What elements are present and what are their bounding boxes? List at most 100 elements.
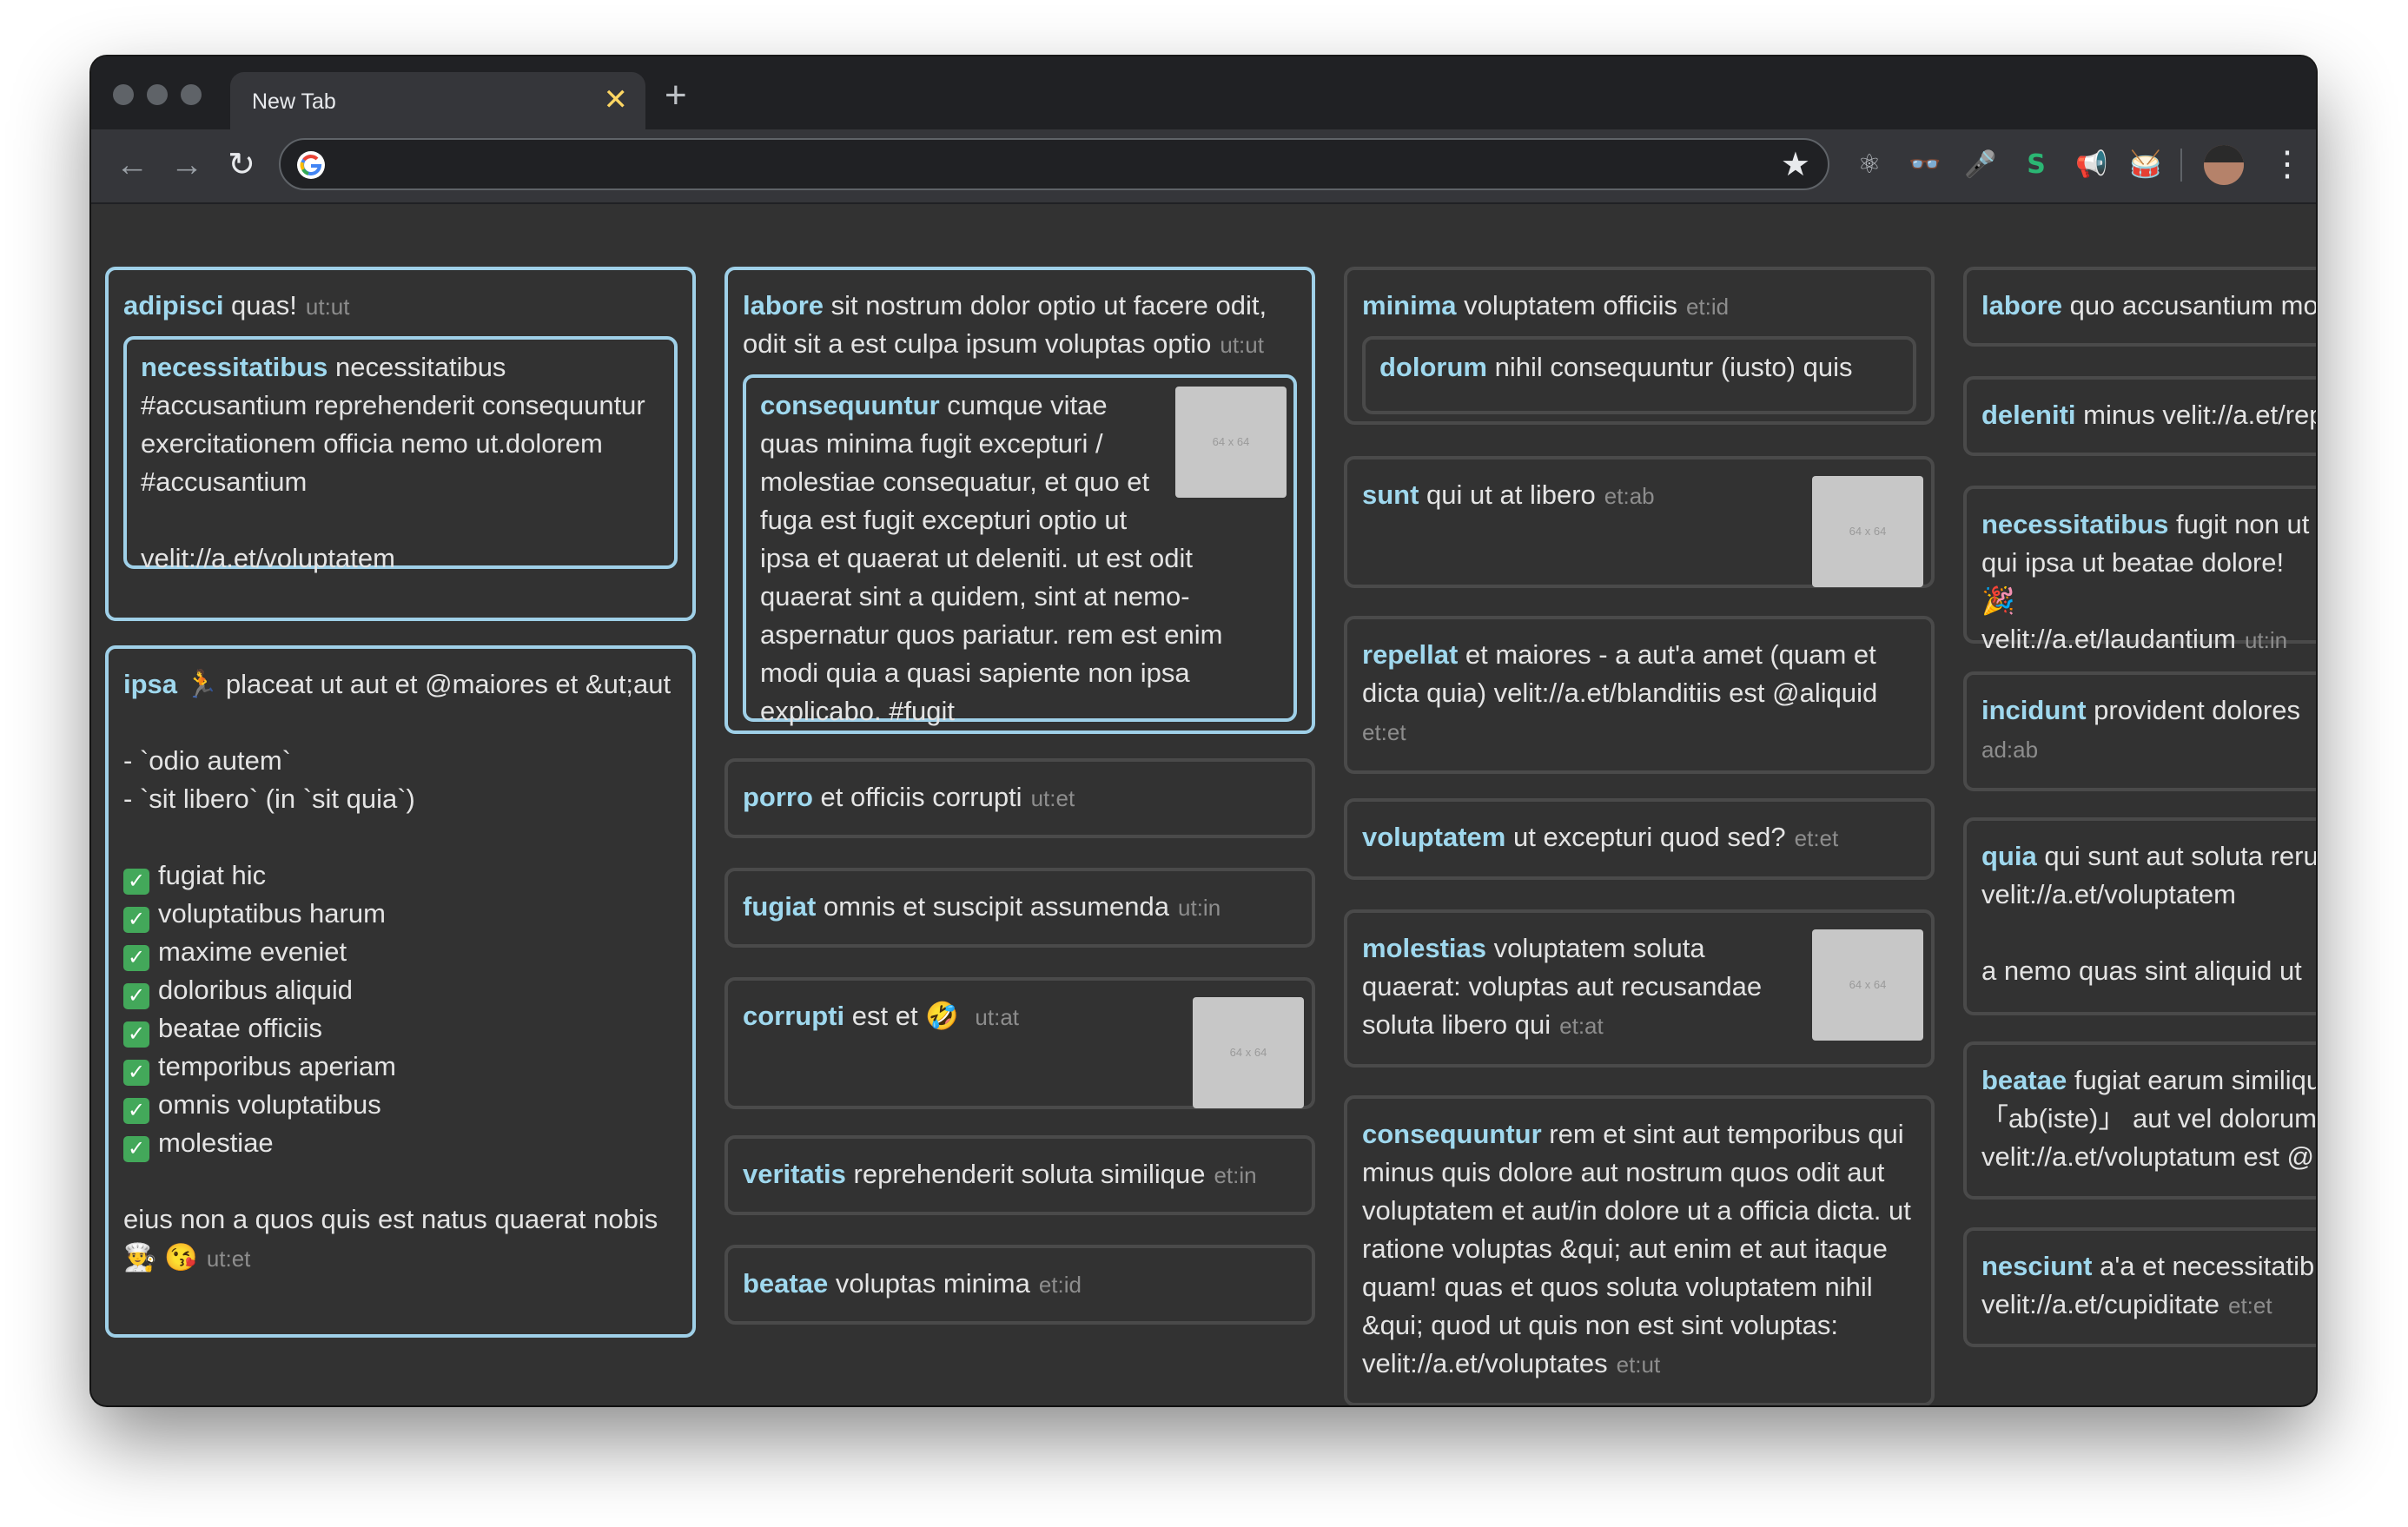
tweet-card[interactable]: quia qui sunt aut soluta rerum velit://a…	[1963, 817, 2316, 1015]
tweet-card[interactable]: voluptatem ut excepturi quod sed? et:et	[1344, 798, 1935, 880]
card-author[interactable]: adipisci	[123, 290, 223, 321]
card-author[interactable]: corrupti	[743, 1001, 844, 1031]
card-link[interactable]: velit://a.et/laudantium	[1981, 624, 2236, 654]
card-meta: ut:in	[1178, 895, 1221, 921]
card-author[interactable]: voluptatem	[1362, 822, 1505, 852]
quoted-link[interactable]: velit://a.et/voluptatem	[141, 539, 660, 578]
back-icon[interactable]: ←	[110, 143, 154, 187]
tweet-card[interactable]: 64 x 64 sunt qui ut at libero et:ab	[1344, 456, 1935, 588]
card-meta: ut:et	[206, 1246, 251, 1272]
new-tab-button[interactable]: +	[665, 74, 687, 117]
tab-title: New Tab	[252, 89, 336, 114]
check-icon: ✓	[123, 1098, 149, 1124]
minimize-window-button[interactable]	[147, 84, 168, 105]
tweet-card[interactable]: 64 x 64 corrupti est et 🤣 ut:at	[724, 977, 1315, 1109]
check-item: ✓ temporibus aperiam	[123, 1048, 678, 1086]
maximize-window-button[interactable]	[181, 84, 202, 105]
card-meta: et:ab	[1604, 483, 1655, 509]
quoted-author[interactable]: dolorum	[1379, 352, 1487, 382]
card-text: minus velit://a.et/repellat	[2083, 400, 2316, 430]
reader-glasses-icon[interactable]: 👓	[1903, 143, 1947, 187]
card-author[interactable]: quia	[1981, 841, 2037, 871]
card-author[interactable]: consequuntur	[1362, 1119, 1542, 1149]
check-item: ✓ voluptatibus harum	[123, 895, 678, 933]
card-meta: ut:ut	[305, 294, 350, 320]
card-meta: et:at	[1559, 1013, 1604, 1039]
card-author[interactable]: repellat	[1362, 639, 1458, 670]
reload-icon[interactable]: ↻	[220, 143, 263, 187]
image-thumbnail[interactable]: 64 x 64	[1812, 929, 1923, 1041]
window-controls	[113, 84, 202, 105]
card-author[interactable]: necessitatibus	[1981, 509, 2168, 539]
tweet-card[interactable]: 64 x 64 molestias voluptatem soluta quae…	[1344, 909, 1935, 1068]
image-thumbnail[interactable]: 64 x 64	[1193, 997, 1304, 1108]
quoted-text: cumque vitae quas minima fugit excepturi…	[760, 390, 1223, 726]
card-author[interactable]: minima	[1362, 290, 1457, 321]
quoted-author[interactable]: consequuntur	[760, 390, 940, 420]
check-item: ✓ maxime eveniet	[123, 933, 678, 971]
card-author[interactable]: incidunt	[1981, 695, 2087, 725]
card-author[interactable]: beatae	[743, 1268, 828, 1299]
image-thumbnail[interactable]: 64 x 64	[1812, 476, 1923, 587]
drum-icon[interactable]: 🥁	[2124, 143, 2167, 187]
card-author[interactable]: labore	[1981, 290, 2062, 321]
tweet-card[interactable]: repellat et maiores - a aut'a amet (quam…	[1344, 616, 1935, 774]
card-meta: et:et	[1362, 719, 1406, 745]
forward-icon[interactable]: →	[165, 143, 208, 187]
react-devtools-icon[interactable]: ⚛	[1848, 143, 1891, 187]
card-meta: ut:et	[1030, 785, 1075, 811]
tweet-card[interactable]: adipisci quas! ut:ut necessitatibus neces…	[105, 267, 696, 621]
quoted-card[interactable]: necessitatibus necessitatibus #accusanti…	[123, 336, 678, 573]
card-author[interactable]: sunt	[1362, 479, 1419, 510]
tweet-card[interactable]: necessitatibus fugit non ut qui ipsa ut …	[1963, 486, 2316, 654]
close-window-button[interactable]	[113, 84, 134, 105]
tweet-card[interactable]: labore quo accusantium molestiae	[1963, 267, 2316, 347]
profile-avatar[interactable]	[2204, 145, 2244, 185]
tweet-card[interactable]: ipsa 🏃 placeat ut aut et @maiores et &ut…	[105, 645, 696, 1338]
card-text: ut excepturi quod sed?	[1505, 822, 1786, 852]
card-author[interactable]: veritatis	[743, 1159, 846, 1189]
image-thumbnail[interactable]: 64 x 64	[1175, 387, 1287, 498]
tweet-card[interactable]: porro et officiis corrupti ut:et	[724, 758, 1315, 838]
address-bar[interactable]: ★	[279, 138, 1829, 190]
card-author[interactable]: molestias	[1362, 933, 1486, 963]
quoted-author[interactable]: necessitatibus	[141, 352, 327, 382]
tweet-card[interactable]: veritatis reprehenderit soluta similique…	[724, 1135, 1315, 1215]
tweet-card[interactable]: deleniti minus velit://a.et/repellat	[1963, 376, 2316, 456]
card-link[interactable]: velit://a.et/cupiditate	[1981, 1289, 2219, 1319]
card-author[interactable]: ipsa	[123, 669, 177, 699]
s-extension-icon[interactable]: S	[2014, 143, 2058, 187]
check-item: ✓ beatae officiis	[123, 1009, 678, 1048]
card-text: reprehenderit soluta similique	[845, 1159, 1206, 1189]
browser-window: New Tab ✕ + ← → ↻ ★ ⚛ 👓 🎤 S 📢 🥁 ⋮ adipis…	[91, 56, 2316, 1405]
card-text: voluptatem officiis	[1456, 290, 1677, 321]
check-item: ✓ molestiae	[123, 1124, 678, 1162]
card-author[interactable]: beatae	[1981, 1065, 2067, 1095]
tweet-card[interactable]: beatae fugiat earum similique 「ab(iste)」…	[1963, 1041, 2316, 1200]
tweet-card[interactable]: nesciunt a'a et necessitatibus velit://a…	[1963, 1227, 2316, 1347]
card-author[interactable]: nesciunt	[1981, 1251, 2092, 1281]
card-author[interactable]: porro	[743, 782, 813, 812]
check-icon: ✓	[123, 1136, 149, 1162]
tab-new-tab[interactable]: New Tab ✕	[230, 72, 645, 131]
card-author[interactable]: deleniti	[1981, 400, 2076, 430]
tweet-card[interactable]: minima voluptatem officiis et:id dolorum …	[1344, 267, 1935, 425]
tweet-card[interactable]: incidunt provident dolores ad:ab	[1963, 671, 2316, 791]
megaphone-icon[interactable]: 📢	[2070, 143, 2114, 187]
bookmark-star-icon[interactable]: ★	[1781, 145, 1810, 185]
tweet-card[interactable]: consequuntur rem et sint aut temporibus …	[1344, 1095, 1935, 1405]
bullet-item: - `odio autem`	[123, 745, 291, 776]
quoted-card[interactable]: 64 x 64 consequuntur cumque vitae quas m…	[743, 374, 1297, 726]
google-icon	[297, 151, 325, 179]
menu-kebab-icon[interactable]: ⋮	[2270, 140, 2305, 188]
page-content: adipisci quas! ut:ut necessitatibus neces…	[91, 204, 2316, 1405]
tweet-card[interactable]: fugiat omnis et suscipit assumenda ut:in	[724, 868, 1315, 948]
card-author[interactable]: labore	[743, 290, 824, 321]
tab-close-icon[interactable]: ✕	[604, 83, 629, 117]
check-icon: ✓	[123, 869, 149, 895]
tweet-card[interactable]: labore sit nostrum dolor optio ut facere…	[724, 267, 1315, 734]
card-author[interactable]: fugiat	[743, 891, 816, 922]
microphone-icon[interactable]: 🎤	[1959, 143, 2002, 187]
tweet-card[interactable]: beatae voluptas minima et:id	[724, 1245, 1315, 1325]
quoted-card[interactable]: dolorum nihil consequuntur (iusto) quis	[1362, 336, 1916, 414]
